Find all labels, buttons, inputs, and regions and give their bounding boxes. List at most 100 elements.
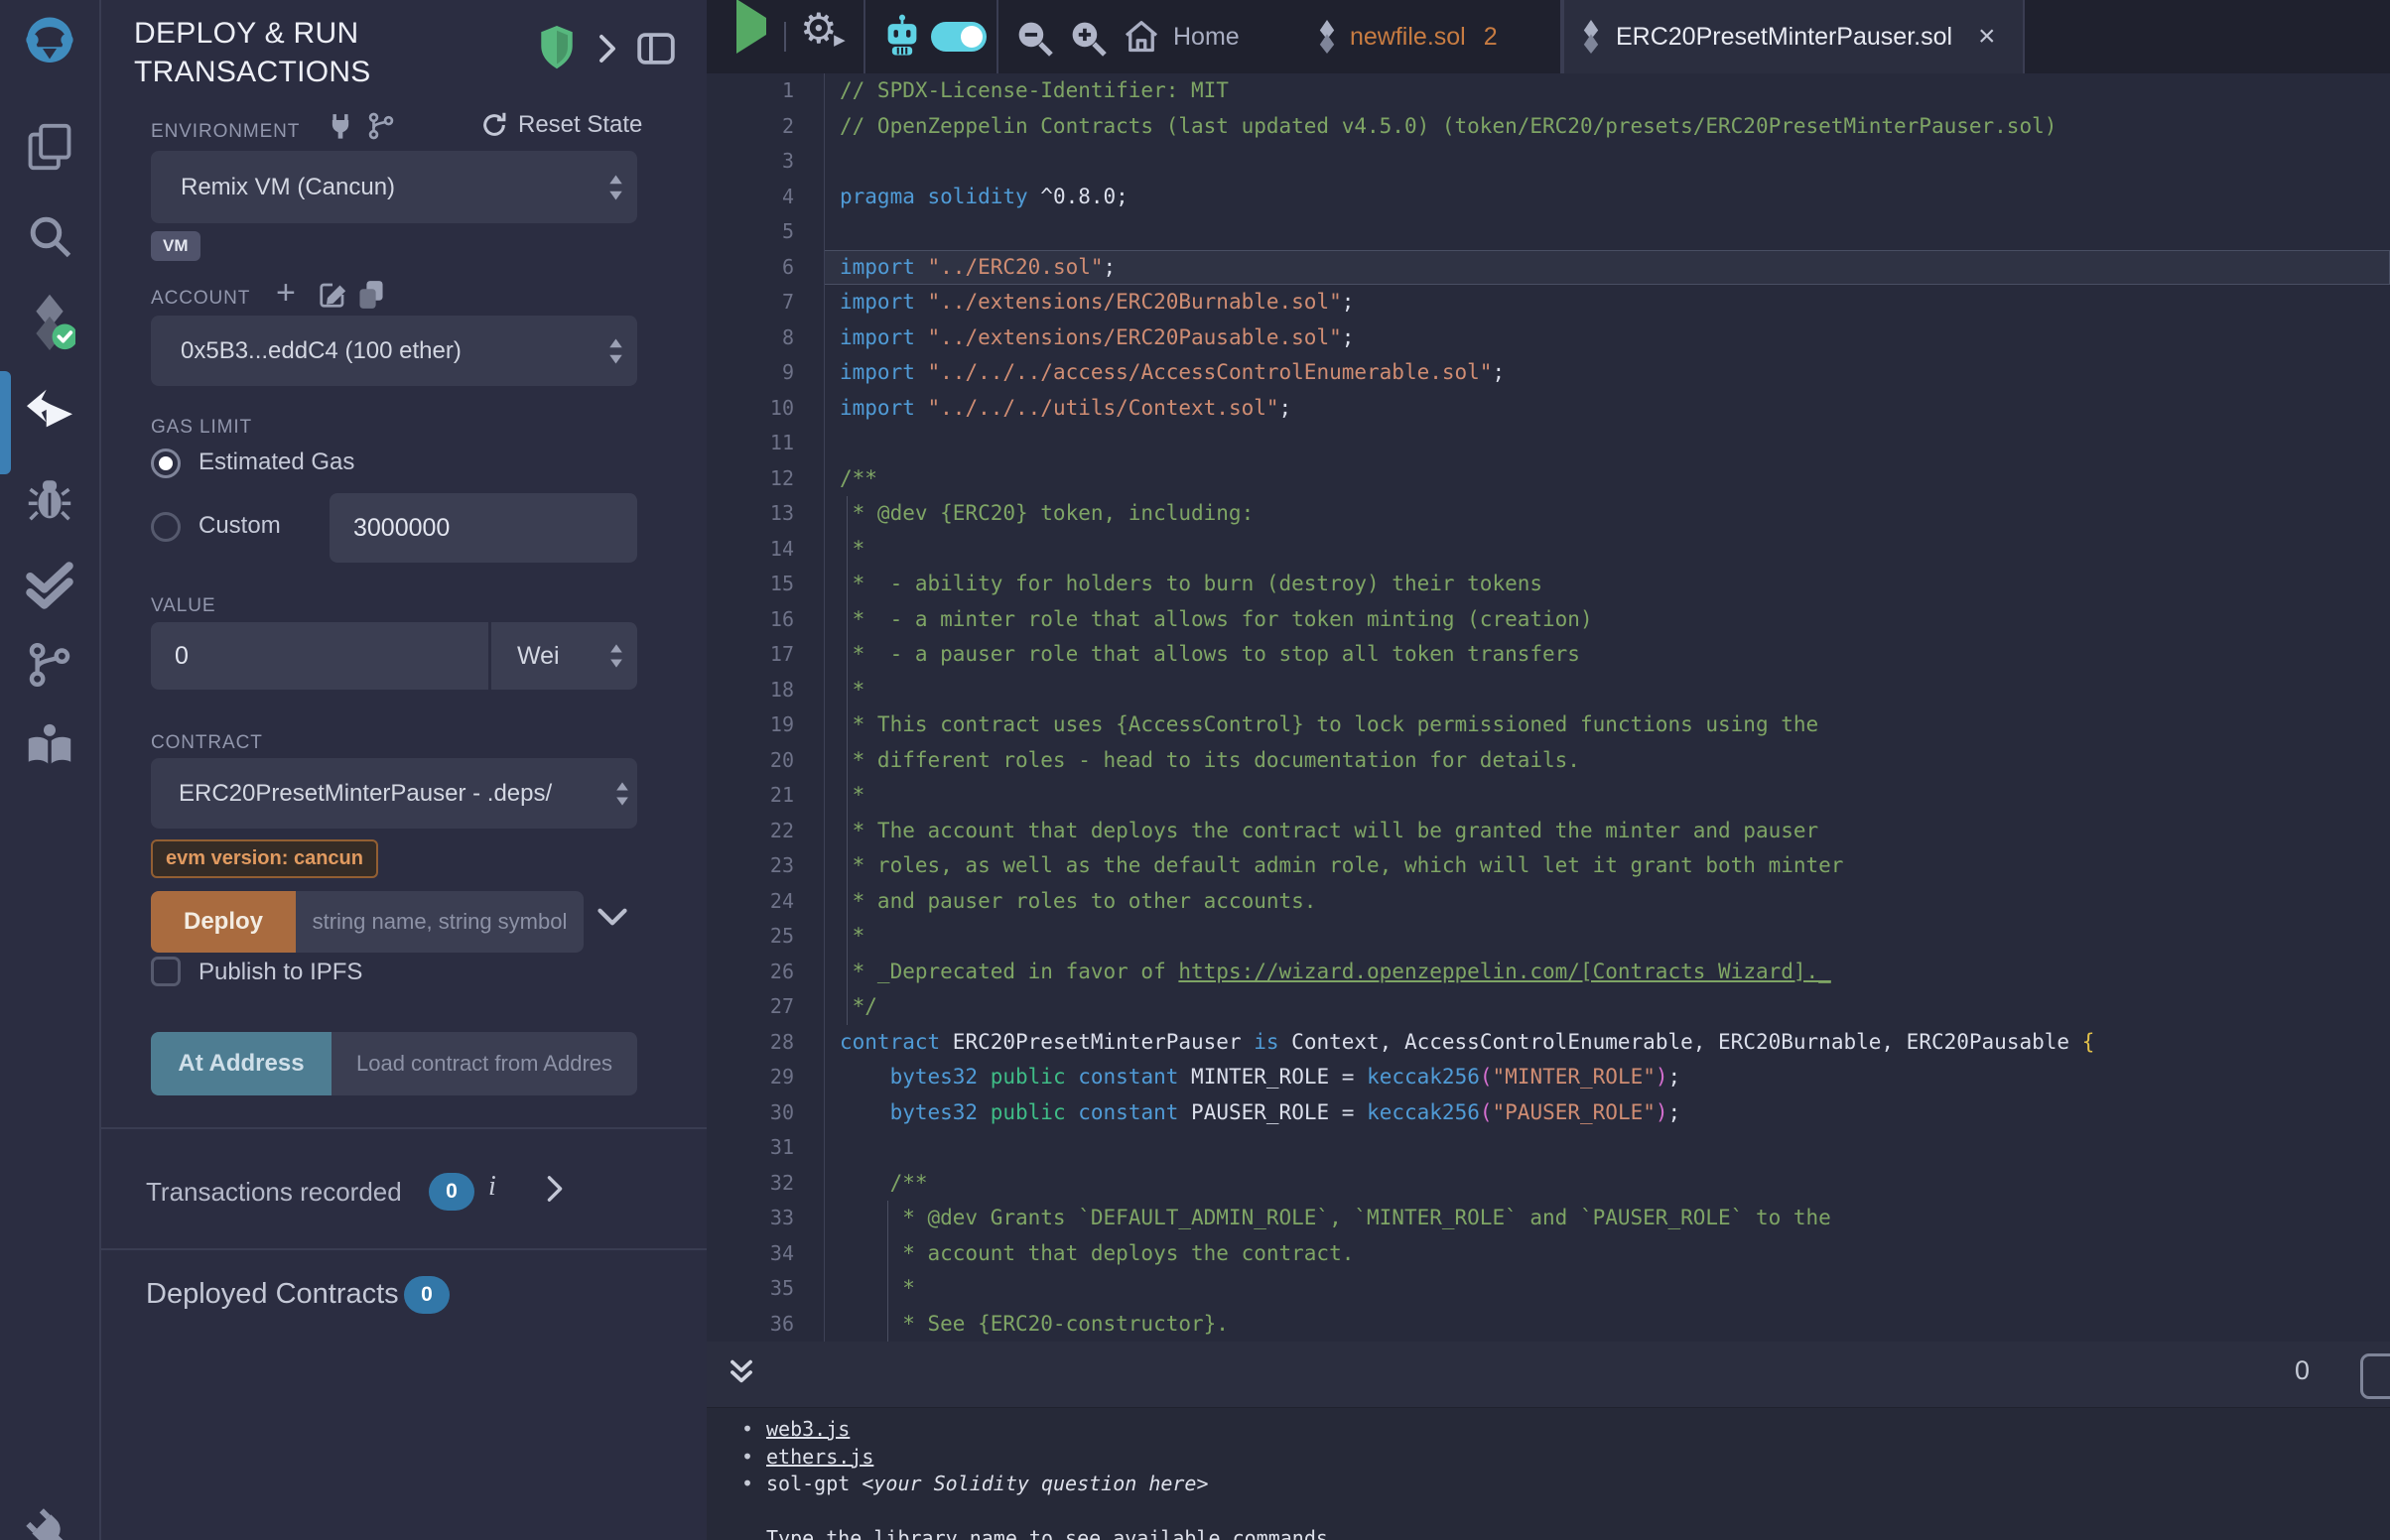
estimated-gas-radio[interactable] — [151, 449, 181, 478]
divider — [101, 1248, 707, 1250]
zoom-out-icon[interactable] — [1014, 18, 1054, 63]
deploy-and-run-icon[interactable] — [22, 383, 77, 439]
git-icon[interactable] — [22, 637, 77, 693]
value-unit-select[interactable]: Wei — [491, 622, 637, 690]
panel-layout-icon[interactable] — [637, 32, 675, 70]
code-line: * @dev Grants `DEFAULT_ADMIN_ROLE`, `MIN… — [840, 1201, 2094, 1236]
line-number: 11 — [707, 426, 794, 461]
remix-ide-window: DEPLOY & RUN TRANSACTIONS ENVIRONMENT Re… — [0, 0, 2390, 1540]
unit-testing-icon[interactable] — [22, 558, 77, 613]
edit-account-icon[interactable] — [318, 280, 347, 315]
remixai-toggle[interactable] — [931, 22, 987, 52]
deploy-params-placeholder: string name, string symbol — [313, 909, 568, 935]
value-input[interactable]: 0 — [151, 622, 488, 690]
divider — [784, 22, 786, 52]
tab-erc20presetminterpauser[interactable]: ERC20PresetMinterPauser.sol × — [1562, 0, 2025, 73]
contract-select[interactable]: ERC20PresetMinterPauser - .deps/ — [151, 758, 637, 829]
line-number: 31 — [707, 1130, 794, 1166]
line-number: 18 — [707, 673, 794, 708]
run-script-icon[interactable] — [736, 18, 766, 36]
tab-active-label: ERC20PresetMinterPauser.sol — [1616, 23, 1952, 52]
code-line: * This contract uses {AccessControl} to … — [840, 707, 2094, 743]
line-number: 21 — [707, 778, 794, 814]
shield-icon[interactable] — [538, 26, 576, 74]
line-number: 19 — [707, 707, 794, 743]
line-number: 7 — [707, 285, 794, 321]
account-select[interactable]: 0x5B3...eddC4 (100 ether) — [151, 316, 637, 386]
evm-version-badge: evm version: cancun — [151, 839, 378, 878]
remixai-robot-icon[interactable] — [881, 14, 923, 63]
code-line: * — [840, 919, 2094, 955]
line-number: 2 — [707, 109, 794, 145]
updown-icon — [609, 644, 623, 668]
line-number: 24 — [707, 884, 794, 920]
fork-icon[interactable] — [367, 111, 395, 146]
at-address-input[interactable]: Load contract from Addres — [332, 1032, 637, 1095]
terminal-line: •web3.js — [741, 1416, 2390, 1444]
compile-run-script-icon[interactable]: ⚙▶ — [800, 8, 838, 50]
code-editor[interactable]: 1234567891011121314151617181920212223242… — [707, 73, 2390, 1342]
transactions-count-badge: 0 — [429, 1173, 474, 1211]
bullet: • — [741, 1444, 766, 1472]
expand-terminal-icon[interactable] — [729, 1357, 754, 1392]
search-icon[interactable] — [22, 208, 77, 264]
copy-account-icon[interactable] — [357, 280, 385, 315]
editor-region: ⚙▶ Home newfile.sol 2 — [707, 0, 2390, 1540]
deployed-contracts-label: Deployed Contracts — [146, 1278, 399, 1311]
terminal-listen-box[interactable] — [2360, 1353, 2390, 1399]
code-line: * See {ERC20-constructor}. — [840, 1307, 2094, 1343]
code-line — [840, 1130, 2094, 1166]
line-number: 36 — [707, 1307, 794, 1343]
custom-gas-radio[interactable] — [151, 512, 181, 542]
line-number: 8 — [707, 321, 794, 356]
deploy-button-label: Deploy — [184, 908, 263, 936]
reset-icon — [480, 111, 508, 139]
terminal-link[interactable]: ethers.js — [766, 1445, 873, 1469]
reset-state-button[interactable]: Reset State — [480, 111, 642, 139]
deploy-params-input[interactable]: string name, string symbol — [296, 891, 584, 953]
environment-select[interactable]: Remix VM (Cancun) — [151, 151, 637, 223]
code-line: * The account that deploys the contract … — [840, 814, 2094, 849]
zoom-in-icon[interactable] — [1068, 18, 1108, 63]
file-explorer-icon[interactable] — [22, 119, 77, 175]
add-account-icon[interactable]: + — [276, 274, 296, 313]
toggle-knob — [961, 26, 983, 48]
code-content: // SPDX-License-Identifier: MIT// OpenZe… — [840, 73, 2094, 1342]
tab-newfile[interactable]: newfile.sol 2 — [1302, 0, 1558, 73]
line-number: 26 — [707, 955, 794, 990]
at-address-button[interactable]: At Address — [151, 1032, 332, 1095]
value-unit: Wei — [491, 642, 609, 671]
code-line: * - ability for holders to burn (destroy… — [840, 567, 2094, 602]
code-line — [840, 214, 2094, 250]
solidity-compiler-icon[interactable] — [22, 294, 77, 349]
tab-home[interactable]: Home — [1112, 0, 1300, 73]
updown-icon — [615, 782, 629, 806]
chevron-right-icon[interactable] — [598, 34, 617, 68]
code-line: import "../../../utils/Context.sol"; — [840, 391, 2094, 427]
terminal-link[interactable]: web3.js — [766, 1417, 850, 1441]
remix-logo-icon[interactable] — [22, 14, 77, 69]
publish-ipfs-checkbox[interactable] — [151, 957, 181, 986]
deploy-button[interactable]: Deploy — [151, 891, 296, 953]
custom-gas-input[interactable]: 3000000 — [330, 493, 637, 563]
terminal-line: •ethers.js — [741, 1444, 2390, 1472]
info-icon[interactable]: i — [488, 1171, 496, 1203]
plugin-manager-icon[interactable] — [22, 1504, 77, 1540]
debugger-icon[interactable] — [22, 470, 77, 526]
code-line: /** — [840, 1166, 2094, 1202]
code-line: * - a minter role that allows for token … — [840, 602, 2094, 638]
code-line: contract ERC20PresetMinterPauser is Cont… — [840, 1025, 2094, 1061]
line-number: 32 — [707, 1166, 794, 1202]
solidity-icon — [1316, 20, 1338, 54]
code-line: bytes32 public constant PAUSER_ROLE = ke… — [840, 1095, 2094, 1131]
learneth-icon[interactable] — [22, 716, 77, 772]
expand-deploy-icon[interactable] — [598, 907, 627, 932]
plug-icon[interactable] — [328, 113, 353, 146]
solidity-icon — [1580, 20, 1602, 54]
estimated-gas-label: Estimated Gas — [199, 449, 354, 476]
close-tab-icon[interactable]: × — [1978, 22, 1996, 52]
custom-gas-value: 3000000 — [353, 514, 450, 543]
transactions-expand-icon[interactable] — [546, 1175, 564, 1208]
account-value: 0x5B3...eddC4 (100 ether) — [151, 337, 608, 365]
code-line: * @dev {ERC20} token, including: — [840, 496, 2094, 532]
